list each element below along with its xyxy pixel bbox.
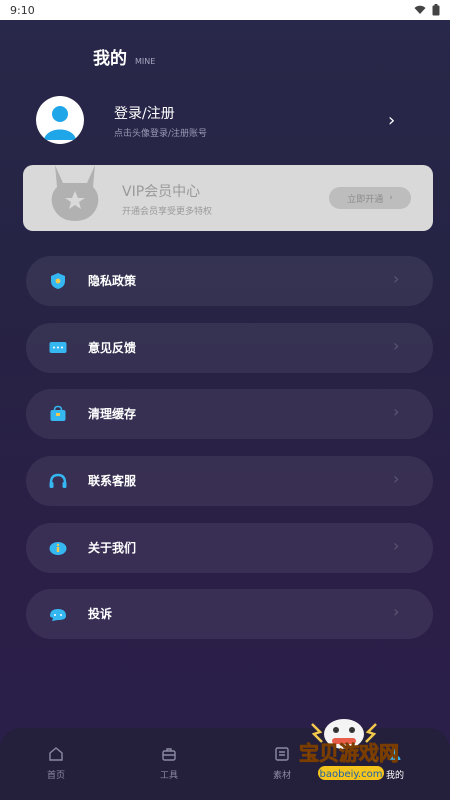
chat-icon xyxy=(49,342,67,353)
headset-icon xyxy=(49,473,67,488)
wifi-icon xyxy=(414,5,426,14)
login-title[interactable]: 登录/注册 xyxy=(114,103,175,123)
battery-icon xyxy=(432,4,440,16)
bag-icon xyxy=(50,405,66,421)
user-icon xyxy=(44,106,76,140)
menu-item-about-us[interactable]: 关于我们 › xyxy=(26,523,433,573)
vip-badge-icon xyxy=(51,165,99,221)
menu-item-label: 隐私政策 xyxy=(88,274,137,288)
shield-icon xyxy=(51,273,65,289)
chevron-right-icon: › xyxy=(393,536,400,555)
status-time: 9:10 xyxy=(10,3,35,17)
vip-subtitle: 开通会员享受更多特权 xyxy=(122,207,213,217)
login-subtitle: 点击头像登录/注册账号 xyxy=(114,129,208,139)
nav-tools[interactable]: 工具 xyxy=(139,746,199,781)
nav-label: 工具 xyxy=(159,771,178,781)
watermark-url: baobeiy.com xyxy=(320,769,383,780)
menu-item-clear-cache[interactable]: 清理缓存 › xyxy=(26,389,433,439)
complaint-icon xyxy=(50,609,66,621)
vip-title: VIP会员中心 xyxy=(122,184,201,200)
vip-open-button[interactable]: 立即开通 › xyxy=(329,187,411,209)
vip-open-label: 立即开通 xyxy=(347,194,384,205)
watermark-brand: 宝贝游戏网 xyxy=(299,741,399,765)
menu-item-label: 投诉 xyxy=(88,607,113,621)
chevron-right-icon[interactable]: › xyxy=(388,110,395,131)
chevron-right-icon: › xyxy=(393,269,400,288)
page-title-en: MINE xyxy=(135,57,156,66)
home-icon xyxy=(49,747,63,761)
chevron-right-icon: › xyxy=(393,336,400,355)
menu-item-label: 清理缓存 xyxy=(88,407,137,421)
page-title: 我的 MINE xyxy=(93,44,155,69)
toolbox-icon xyxy=(162,748,176,761)
chevron-right-icon: › xyxy=(389,193,393,203)
status-bar: 9:10 xyxy=(0,0,450,20)
info-icon xyxy=(49,542,67,555)
chevron-right-icon: › xyxy=(393,469,400,488)
nav-label: 首页 xyxy=(46,771,65,781)
menu-item-feedback[interactable]: 意见反馈 › xyxy=(26,323,433,373)
page-title-cn: 我的 xyxy=(93,49,127,69)
menu-item-label: 关于我们 xyxy=(88,541,137,555)
chevron-right-icon: › xyxy=(393,402,400,421)
nav-home[interactable]: 首页 xyxy=(26,746,86,781)
vip-card[interactable]: VIP会员中心 开通会员享受更多特权 立即开通 › xyxy=(23,165,433,231)
chevron-right-icon: › xyxy=(393,602,400,621)
menu-item-label: 联系客服 xyxy=(88,474,137,488)
avatar[interactable] xyxy=(36,96,84,144)
menu-item-customer-service[interactable]: 联系客服 › xyxy=(26,456,433,506)
menu-item-complaint[interactable]: 投诉 › xyxy=(26,589,433,639)
menu-item-privacy[interactable]: 隐私政策 › xyxy=(26,256,433,306)
watermark-logo: 宝贝游戏网 baobeiy.com xyxy=(274,704,424,794)
menu-item-label: 意见反馈 xyxy=(88,341,137,355)
